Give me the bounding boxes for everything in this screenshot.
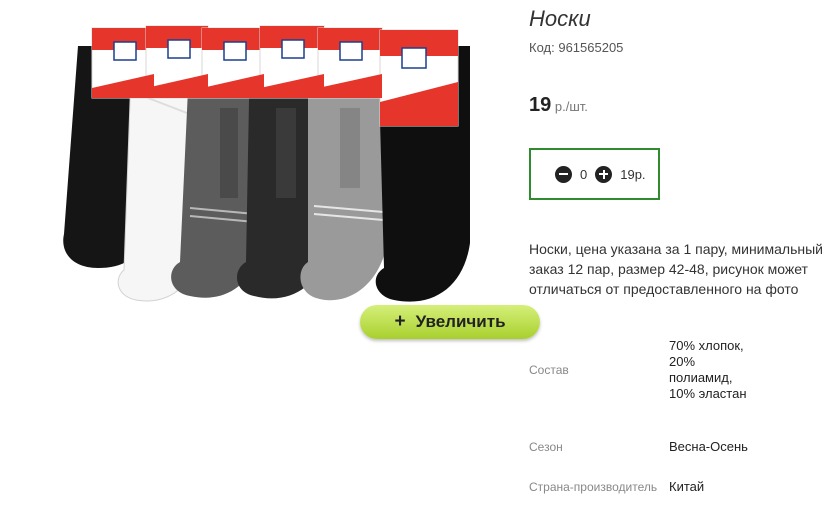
price-value: 19 (529, 94, 552, 116)
product-description: Носки, цена указана за 1 пару, минимальн… (529, 241, 823, 297)
property-key: Состав (529, 362, 569, 377)
property-value: Китай (669, 479, 705, 494)
property-value: 70% хлопок, 20% полиамид, 10% эластан (669, 338, 747, 401)
plus-circle-icon[interactable] (595, 165, 613, 183)
socks-image (63, 25, 470, 302)
quantity-value: 0 (580, 166, 588, 182)
property-key: Сезон (529, 439, 563, 454)
price-unit: р./шт. (554, 99, 588, 114)
product-title: Носки (529, 6, 591, 31)
zoom-button[interactable]: + Увеличить (360, 305, 540, 339)
product-code-value: 961565205 (558, 40, 624, 55)
property-row: Состав 70% хлопок, 20% полиамид, 10% эла… (529, 314, 749, 426)
property-value: Весна-Осень (669, 439, 748, 454)
property-row: Страна-производитель Китай (529, 468, 749, 506)
product-price: 19 р./шт. (529, 94, 588, 117)
plus-icon: + (394, 311, 406, 332)
product-code-label: Код: (529, 40, 555, 55)
property-key: Страна-производитель (529, 479, 658, 494)
quantity-stepper: 0 19р. (529, 148, 660, 200)
property-row: Сезон Весна-Осень (529, 426, 749, 468)
product-code: Код: 961565205 (529, 40, 623, 55)
properties-table: Состав 70% хлопок, 20% полиамид, 10% эла… (529, 314, 749, 506)
zoom-button-label: Увеличить (415, 312, 506, 331)
cart-total: 19р. (620, 166, 646, 182)
minus-circle-icon[interactable] (555, 165, 572, 183)
product-photo[interactable]: + Увеличить (40, 18, 540, 339)
